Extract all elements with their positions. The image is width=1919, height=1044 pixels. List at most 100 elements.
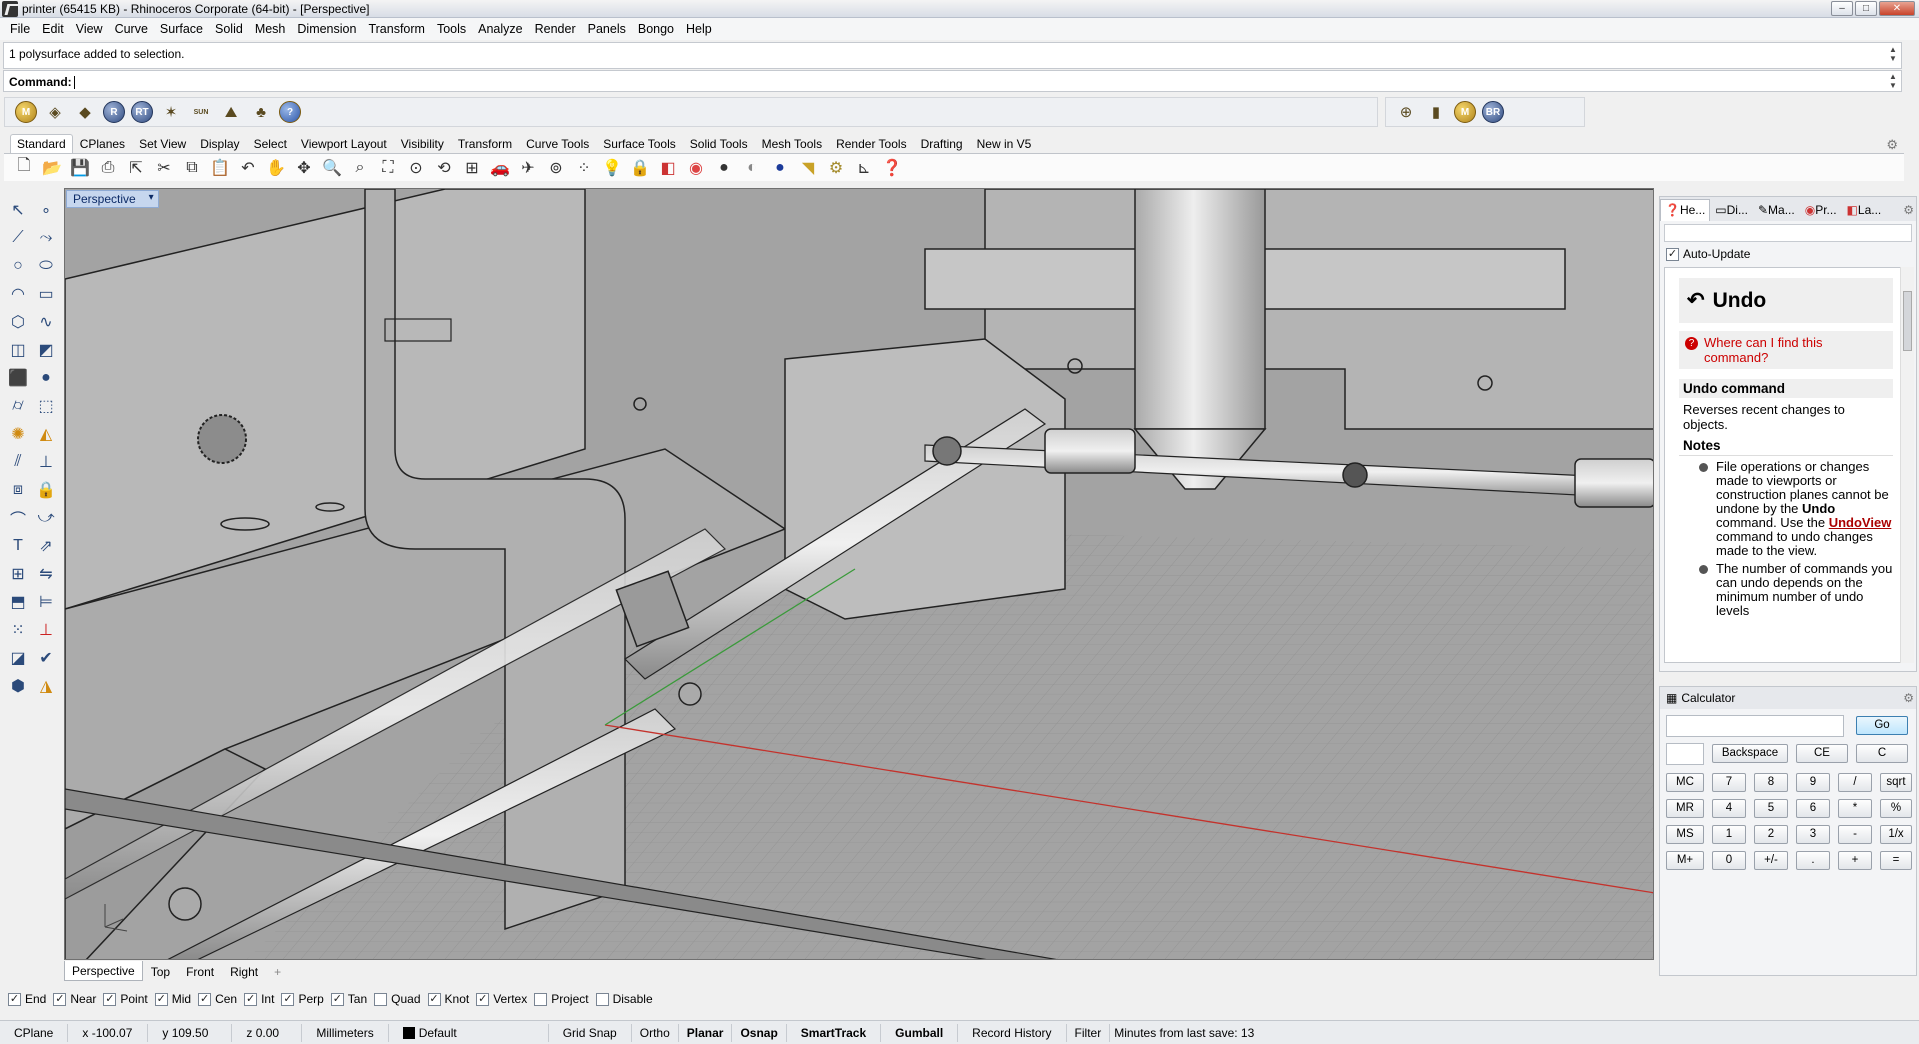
shaded-sphere-icon[interactable]: ● [712,156,736,180]
prompt-scroll-arrows[interactable]: ▲ ▼ [1887,72,1899,90]
tab-curve-tools[interactable]: Curve Tools [519,134,596,154]
calc-c-button[interactable]: C [1856,744,1908,763]
light-tool-icon[interactable]: ◮ [32,672,60,700]
menu-render[interactable]: Render [529,22,582,36]
tab-display[interactable]: Display [193,134,246,154]
select-points-icon[interactable]: ⁘ [572,156,596,180]
polyline-icon[interactable]: ⟋ [4,224,32,252]
calculator-gear-icon[interactable]: ⚙ [1903,691,1914,705]
osnap-mid[interactable]: ✓ Mid [154,992,191,1006]
maxwell-icon[interactable]: M [15,101,37,123]
osnap-disable[interactable]: Disable [595,992,653,1006]
lightbulb-icon[interactable]: 💡 [600,156,624,180]
render-sphere-icon[interactable]: ● [768,156,792,180]
gumball-tool-icon[interactable]: ⊥ [32,616,60,644]
calc-backspace-button[interactable]: Backspace [1712,744,1788,763]
extrude-icon[interactable]: ◭ [32,420,60,448]
menu-analyze[interactable]: Analyze [472,22,528,36]
calc-6[interactable]: 6 [1796,799,1830,818]
panel-tab-help[interactable]: ❓He... [1660,199,1711,221]
tab-set-view[interactable]: Set View [132,134,193,154]
save-icon[interactable]: 💾 [68,156,92,180]
osnap-int[interactable]: ✓ Int [244,992,274,1006]
osnap-tan[interactable]: ✓ Tan [330,992,367,1006]
tab-cplanes[interactable]: CPlanes [73,134,132,154]
new-file-icon[interactable]: 🗋 [12,156,36,180]
sweep-icon[interactable]: ◩ [32,336,60,364]
tab-select[interactable]: Select [247,134,294,154]
vp-tab-perspective[interactable]: Perspective [64,961,143,981]
options-gear-icon[interactable]: ⚙ [824,156,848,180]
tab-mesh-tools[interactable]: Mesh Tools [755,134,829,154]
menu-curve[interactable]: Curve [109,22,154,36]
osnap-cen[interactable]: ✓ Cen [198,992,237,1006]
status-ortho[interactable]: Ortho [632,1023,679,1042]
calc-5[interactable]: 5 [1754,799,1788,818]
status-osnap[interactable]: Osnap [732,1023,787,1042]
maxwell-m-icon[interactable]: M [1454,101,1476,123]
panel-gear-icon[interactable]: ⚙ [1903,203,1914,217]
status-smarttrack[interactable]: SmartTrack [787,1023,882,1042]
calc-equals[interactable]: = [1880,851,1912,870]
text-icon[interactable]: T [4,532,32,560]
menu-surface[interactable]: Surface [154,22,209,36]
panel-tab-layers[interactable]: ◧La... [1842,199,1887,221]
scroll-thumb[interactable] [1903,291,1912,351]
calc-1[interactable]: 1 [1712,825,1746,844]
tag-icon[interactable]: ◆ [73,101,97,123]
car-icon[interactable]: 🚗 [488,156,512,180]
close-button[interactable]: ✕ [1879,1,1915,16]
ellipse-icon[interactable]: ⬭ [32,252,60,280]
copy-icon[interactable]: ⧉ [180,156,204,180]
status-filter[interactable]: Filter [1067,1023,1111,1042]
lock-tool-icon[interactable]: 🔒 [32,476,60,504]
light-icon[interactable]: ✶ [159,101,183,123]
split-icon[interactable]: ⫽ [4,448,32,476]
brazil-icon[interactable]: BR [1482,101,1504,123]
osnap-project[interactable]: Project [534,992,589,1006]
lock-icon[interactable]: 🔒 [628,156,652,180]
calc-7[interactable]: 7 [1712,773,1746,792]
status-cplane[interactable]: CPlane [0,1023,69,1042]
light-cone-icon[interactable]: ◥ [796,156,820,180]
menu-bongo[interactable]: Bongo [632,22,680,36]
osnap-end[interactable]: ✓ End [8,992,46,1006]
calc-mc[interactable]: MC [1666,773,1704,792]
osnap-vertex[interactable]: ✓ Vertex [476,992,527,1006]
calc-dot[interactable]: . [1796,851,1830,870]
dimension-tool-icon[interactable]: ⊨ [32,588,60,616]
help-search-input[interactable] [1664,224,1912,242]
trim-icon[interactable]: ⊥ [32,448,60,476]
pan-hand-icon[interactable]: ✋ [264,156,288,180]
where-link[interactable]: ? Where can I find this command? [1679,331,1893,369]
render-r-icon[interactable]: R [103,101,125,123]
help-scrollbar[interactable] [1900,267,1914,663]
maximize-button[interactable]: □ [1855,1,1877,16]
target-point-icon[interactable]: ⊚ [544,156,568,180]
rendered-sphere-icon[interactable]: ◐ [740,156,764,180]
tab-drafting[interactable]: Drafting [914,134,970,154]
color-wheel-icon[interactable]: ◉ [684,156,708,180]
calc-plus-minus[interactable]: +/- [1754,851,1788,870]
tab-transform[interactable]: Transform [451,134,519,154]
command-prompt[interactable]: Command: ▲ ▼ [3,70,1902,92]
tree-icon[interactable]: ♣ [249,101,273,123]
calc-divide[interactable]: / [1838,773,1872,792]
move-icon[interactable]: ⇗ [32,532,60,560]
box-icon[interactable]: ⬛ [4,364,32,392]
calculator-display[interactable] [1666,715,1844,737]
dimension-icon[interactable]: ⊾ [852,156,876,180]
zoom-icon[interactable]: 🔍 [320,156,344,180]
freeform-curve-icon[interactable]: ∿ [32,308,60,336]
auto-update-checkbox[interactable]: ✓ Auto-Update [1660,245,1916,263]
select-arrow-icon[interactable]: ↖ [4,196,32,224]
calc-percent[interactable]: % [1880,799,1912,818]
panel-tab-materials[interactable]: ✎Ma... [1753,199,1800,221]
calc-minus[interactable]: - [1838,825,1872,844]
menu-panels[interactable]: Panels [582,22,632,36]
toolbar-gear-icon[interactable]: ⚙ [1886,137,1898,153]
tab-viewport-layout[interactable]: Viewport Layout [294,134,394,154]
open-folder-icon[interactable]: 📂 [40,156,64,180]
airplane-icon[interactable]: ✈ [516,156,540,180]
mesh-icon[interactable]: ⬚ [32,392,60,420]
